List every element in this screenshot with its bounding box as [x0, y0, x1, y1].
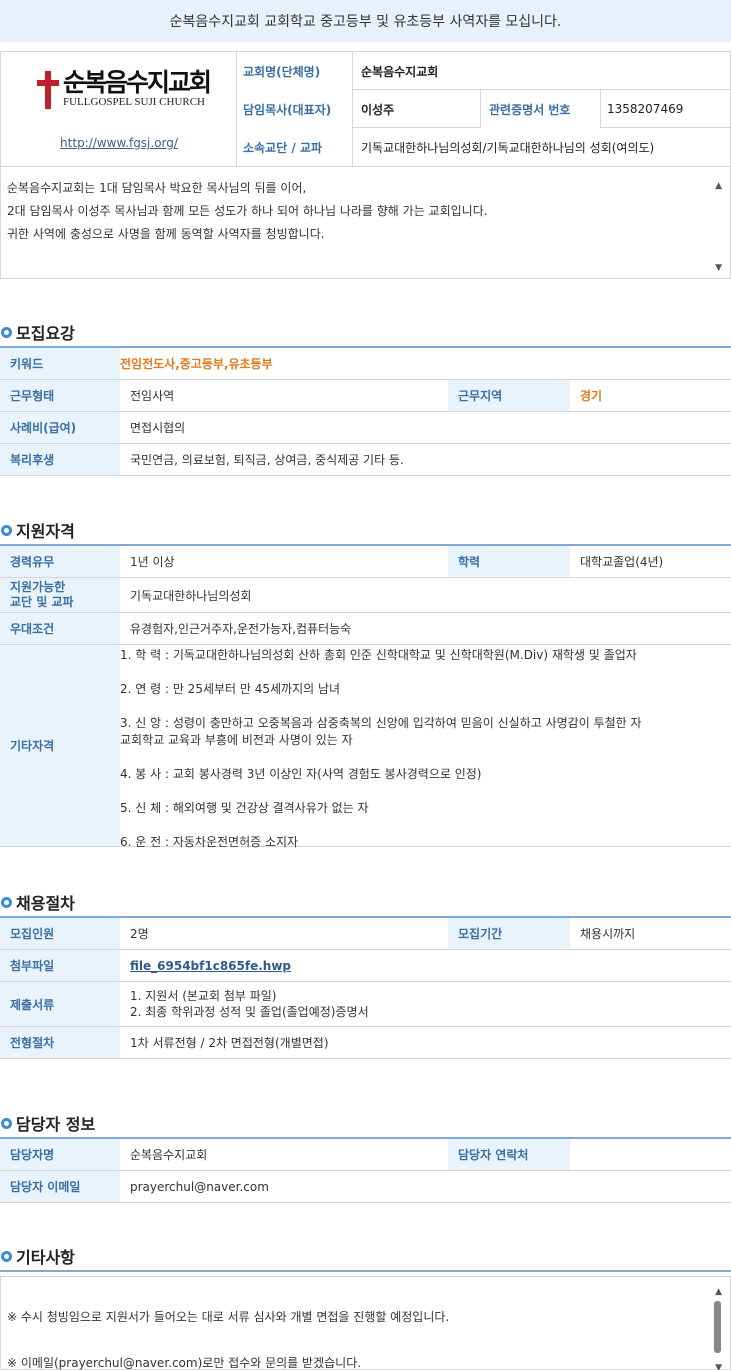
logo-english: FULLGOSPEL SUJI CHURCH: [63, 96, 206, 108]
table-row: 사례비(급여) 면접시협의: [0, 412, 731, 444]
bullet-icon: [1, 326, 12, 338]
label-career: 경력유무: [0, 546, 120, 577]
intro-line: 순복음수지교회는 1대 담임목사 박요한 목사님의 뒤를 이어,: [7, 181, 307, 195]
value-denomination-allowed: 기독교대한하나님의성회: [130, 588, 252, 603]
page-banner: 순복음수지교회 교회학교 중고등부 및 유초등부 사역자를 모십니다.: [0, 0, 731, 42]
value-selection: 1차 서류전형 / 2차 면접전형(개별면접): [130, 1036, 329, 1050]
label-welfare: 복리후생: [0, 444, 120, 475]
value-education: 대학교졸업(4년): [580, 555, 664, 569]
table-row: 기타자격 1. 학 력 : 기독교대한하나님의성회 산하 총회 인준 신학대학교…: [0, 645, 731, 849]
church-info: 순복음수지교회 FULLGOSPEL SUJI CHURCH http://ww…: [0, 51, 731, 167]
logo-korean: 순복음수지교회: [63, 68, 212, 97]
label-headcount: 모집인원: [0, 918, 120, 949]
value-welfare: 국민연금, 의료보험, 퇴직금, 상여금, 중식제공 기타 등.: [130, 453, 404, 467]
label-contact-phone: 담당자 연락처: [448, 1139, 570, 1170]
church-logo: 순복음수지교회 FULLGOSPEL SUJI CHURCH: [37, 68, 212, 109]
value-preference: 유경험자,인근거주자,운전가능자,컴퓨터능숙: [130, 622, 352, 636]
scroll-up-icon[interactable]: ▲: [715, 175, 722, 198]
section-contact-title: 담당자 정보: [0, 1110, 731, 1136]
label-period: 모집기간: [448, 918, 570, 949]
label-pastor: 담임목사(대표자): [237, 90, 353, 128]
logo-box: 순복음수지교회 FULLGOSPEL SUJI CHURCH http://ww…: [1, 52, 237, 166]
value-headcount: 2명: [130, 927, 149, 941]
value-cert-number: 1358207469: [607, 102, 684, 116]
homepage-link[interactable]: http://www.fgsj.org/: [1, 136, 237, 150]
section-recruit-title: 모집요강: [0, 319, 731, 345]
label-education: 학력: [448, 546, 570, 577]
value-contact-email: prayerchul@naver.com: [130, 1179, 269, 1194]
table-row: 근무형태 전임사역 근무지역 경기: [0, 380, 731, 412]
section-etc-title: 기타사항: [0, 1243, 731, 1269]
cross-icon: [37, 70, 59, 109]
label-denomination: 소속교단 / 교파: [237, 128, 353, 166]
intro-textbox[interactable]: 순복음수지교회는 1대 담임목사 박요한 목사님의 뒤를 이어, 2대 담임목사…: [0, 167, 731, 279]
value-contact-name: 순복음수지교회: [130, 1148, 208, 1162]
table-row: 복리후생 국민연금, 의료보험, 퇴직금, 상여금, 중식제공 기타 등.: [0, 444, 731, 476]
table-row: 모집인원 2명 모집기간 채용시까지: [0, 918, 731, 950]
intro-line: 2대 담임목사 이성주 목사님과 함께 모든 성도가 하나 되어 하나님 나라를…: [7, 204, 488, 218]
table-row: 담당자 이메일 prayerchul@naver.com: [0, 1171, 731, 1203]
section-divider: [0, 1270, 731, 1272]
value-other-qualify: 1. 학 력 : 기독교대한하나님의성회 산하 총회 인준 신학대학교 및 신학…: [120, 648, 642, 849]
value-period: 채용시까지: [580, 927, 636, 941]
value-pastor: 이성주: [353, 90, 481, 128]
label-contact-email: 담당자 이메일: [0, 1171, 120, 1202]
value-pay: 면접시협의: [130, 421, 186, 435]
table-row: 지원가능한 교단 및 교파 기독교대한하나님의성회: [0, 578, 731, 613]
label-denomination-allowed: 지원가능한 교단 및 교파: [0, 578, 120, 612]
intro-line: 귀한 사역에 충성으로 사명을 함께 동역할 사역자를 청빙합니다.: [7, 227, 325, 241]
label-selection: 전형절차: [0, 1027, 120, 1058]
bullet-icon: [1, 1250, 12, 1262]
scrollbar-thumb[interactable]: [714, 1301, 721, 1353]
label-other-qualify: 기타자격: [0, 645, 120, 846]
banner-title: 순복음수지교회 교회학교 중고등부 및 유초등부 사역자를 모십니다.: [169, 14, 562, 30]
table-row: 담당자명 순복음수지교회 담당자 연락처: [0, 1139, 731, 1171]
etc-text: ※ 수시 청빙임으로 지원서가 들어오는 대로 서류 심사와 개별 면접을 진행…: [7, 1310, 450, 1370]
label-preference: 우대조건: [0, 613, 120, 644]
section-process-title: 채용절차: [0, 889, 731, 915]
value-contact-phone: [570, 1139, 731, 1170]
value-church-name: 순복음수지교회: [361, 64, 439, 79]
bullet-icon: [1, 524, 12, 536]
info-row-denomination: 소속교단 / 교파 기독교대한하나님의성회/기독교대한하나님의 성회(여의도): [237, 128, 731, 166]
info-row-name: 교회명(단체명) 순복음수지교회: [237, 52, 731, 90]
value-documents: 1. 지원서 (본교회 첨부 파일) 2. 최종 학위과정 성적 및 졸업(졸업…: [130, 989, 369, 1019]
value-denomination: 기독교대한하나님의성회/기독교대한하나님의 성회(여의도): [361, 140, 655, 155]
table-row: 우대조건 유경험자,인근거주자,운전가능자,컴퓨터능숙: [0, 613, 731, 645]
label-attachment: 첨부파일: [0, 950, 120, 981]
attachment-link[interactable]: file_6954bf1c865fe.hwp: [130, 959, 291, 973]
table-row: 제출서류 1. 지원서 (본교회 첨부 파일) 2. 최종 학위과정 성적 및 …: [0, 982, 731, 1027]
table-row: 경력유무 1년 이상 학력 대학교졸업(4년): [0, 546, 731, 578]
label-documents: 제출서류: [0, 982, 120, 1026]
label-church-name: 교회명(단체명): [237, 52, 353, 90]
etc-textbox[interactable]: ※ 수시 청빙임으로 지원서가 들어오는 대로 서류 심사와 개별 면접을 진행…: [0, 1276, 731, 1370]
scroll-down-icon[interactable]: ▼: [715, 257, 722, 280]
label-contact-name: 담당자명: [0, 1139, 120, 1170]
value-career: 1년 이상: [130, 555, 175, 569]
label-pay: 사례비(급여): [0, 412, 120, 443]
scroll-down-icon[interactable]: ▼: [715, 1357, 722, 1370]
bullet-icon: [1, 1117, 12, 1129]
value-region: 경기: [580, 389, 603, 403]
value-work-type: 전임사역: [130, 389, 175, 403]
table-row: 키워드 전임전도사,중고등부,유초등부: [0, 348, 731, 380]
label-keyword: 키워드: [0, 348, 120, 379]
table-row: 첨부파일 file_6954bf1c865fe.hwp: [0, 950, 731, 982]
section-qualify-title: 지원자격: [0, 517, 731, 543]
label-work-type: 근무형태: [0, 380, 120, 411]
label-cert-number: 관련증명서 번호: [481, 90, 601, 128]
church-info-grid: 교회명(단체명) 순복음수지교회 담임목사(대표자) 이성주 관련증명서 번호 …: [237, 52, 731, 166]
label-region: 근무지역: [448, 380, 570, 411]
table-row: 전형절차 1차 서류전형 / 2차 면접전형(개별면접): [0, 1027, 731, 1059]
value-keyword: 전임전도사,중고등부,유초등부: [120, 357, 273, 371]
info-row-pastor: 담임목사(대표자) 이성주 관련증명서 번호 1358207469: [237, 90, 731, 128]
bullet-icon: [1, 896, 12, 908]
